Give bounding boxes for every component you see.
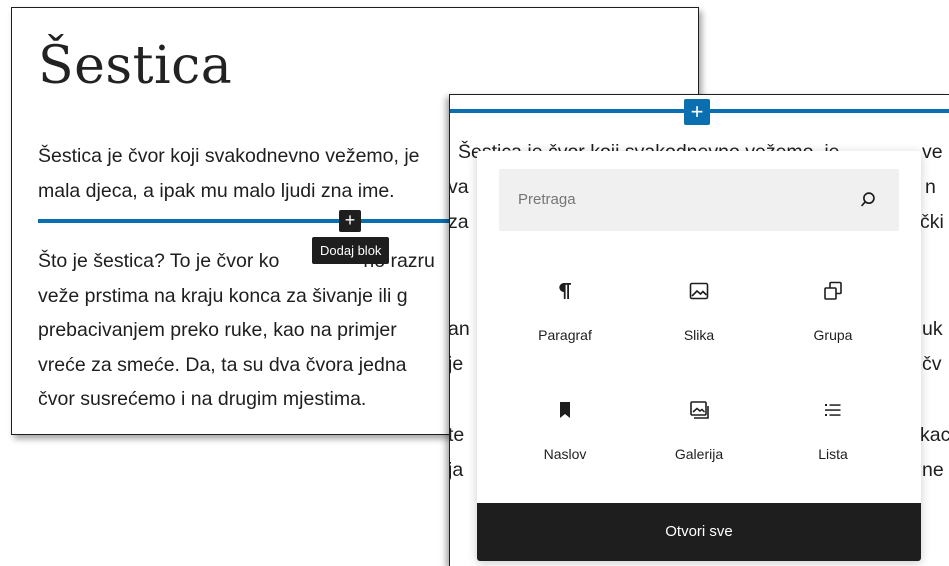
block-image[interactable]: Slika (639, 279, 759, 369)
paragraph-2-line-1: Što je šestica? To je čvor ko (38, 250, 280, 272)
add-block-tooltip: Dodaj blok (312, 237, 390, 264)
bg-text-fragment: kac (920, 424, 949, 446)
block-label: Galerija (674, 446, 724, 462)
gallery-icon (690, 401, 709, 419)
block-label: Lista (818, 446, 848, 462)
add-block-button[interactable]: + (339, 210, 361, 232)
paragraph-block-1[interactable]: Šestica je čvor koji svakodnevno vežemo,… (38, 139, 420, 208)
paragraph-icon (559, 283, 571, 299)
bg-text-fragment: ne (922, 459, 944, 481)
paragraph-block-2[interactable]: Što je šestica? To je čvor ko no razru ve… (38, 244, 435, 417)
block-heading[interactable]: Naslov (505, 398, 625, 488)
block-paragraph[interactable]: Paragraf (505, 279, 625, 369)
paragraph-1-line-2: mala djeca, a ipak mu malo ljudi zna ime… (38, 179, 395, 202)
block-label: Slika (683, 327, 715, 343)
block-label: Paragraf (538, 327, 592, 343)
heading-bookmark-icon (560, 402, 570, 418)
add-block-button-active[interactable]: + (684, 99, 710, 125)
block-label: Naslov (543, 446, 587, 462)
paragraph-1-line-1: Šestica je čvor koji svakodnevno vežemo,… (38, 145, 420, 167)
bg-text-fragment: ve (922, 141, 943, 163)
bg-text-fragment: je (449, 353, 464, 375)
bg-text-fragment: uk (922, 318, 943, 340)
bg-text-fragment: va (449, 176, 469, 198)
browse-all-button[interactable]: Otvori sve (477, 503, 921, 561)
list-icon (825, 404, 841, 416)
block-insertion-line (38, 219, 478, 223)
image-icon (689, 282, 709, 300)
block-search-placeholder: Pretraga (518, 191, 576, 208)
block-group[interactable]: Grupa (773, 279, 893, 369)
group-icon (824, 281, 842, 300)
paragraph-2-line-5: čvor susrećemo i na drugim mjestima. (38, 388, 367, 410)
bg-text-fragment: ja (449, 459, 464, 481)
block-search-field[interactable]: Pretraga (499, 169, 899, 231)
search-icon[interactable] (857, 189, 879, 211)
block-list[interactable]: Lista (773, 398, 893, 488)
bg-text-fragment: an (449, 318, 470, 340)
block-label: Grupa (813, 327, 853, 343)
block-inserter-popover: Pretraga Paragraf Slika Grupa Naslov Gal… (477, 151, 921, 561)
paragraph-2-line-3: prebacivanjem preko ruke, kao na primjer (38, 319, 397, 341)
bg-text-fragment: te (449, 424, 465, 446)
bg-text-fragment: čv (922, 353, 942, 375)
block-gallery[interactable]: Galerija (639, 398, 759, 488)
bg-text-fragment: za (449, 211, 469, 233)
bg-text-fragment: n (925, 176, 936, 198)
paragraph-2-line-4: vreće za smeće. Da, ta su dva čvora jedn… (38, 353, 407, 376)
bg-text-fragment: čki (920, 211, 944, 233)
paragraph-2-line-2: veže prstima na kraju konca za šivanje i… (38, 284, 408, 307)
post-title[interactable]: Šestica (38, 36, 232, 96)
